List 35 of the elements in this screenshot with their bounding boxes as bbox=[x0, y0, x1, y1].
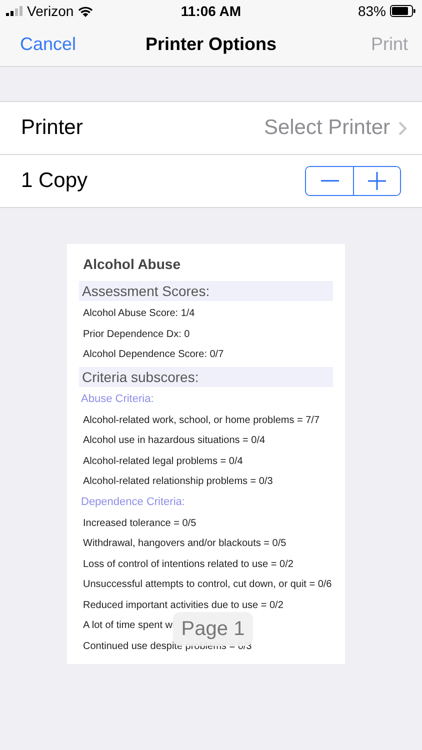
section-heading: Criteria subscores: bbox=[79, 366, 333, 386]
criteria-heading: Dependence Criteria: bbox=[80, 494, 186, 510]
score-line: Alcohol Abuse Score: 1/4 bbox=[82, 307, 196, 321]
score-line: Alcohol-related relationship problems = 0/3 bbox=[82, 475, 274, 489]
score-line: Loss of control of intentions related to use = 0/2 bbox=[82, 558, 294, 572]
printer-select-link[interactable]: Select Printer bbox=[264, 116, 390, 140]
clock-time: 11:06 AM bbox=[180, 3, 242, 19]
chevron-icon bbox=[398, 120, 407, 136]
increment-button[interactable] bbox=[353, 167, 400, 195]
wifi-icon bbox=[78, 6, 93, 16]
score-line: Continued use despite problems = 0/3 bbox=[82, 640, 253, 654]
score-line: A lot of time spent wi bbox=[82, 619, 176, 633]
score-line: Withdrawal, hangovers and/or blackouts = 0/5 bbox=[82, 537, 288, 551]
criteria-heading: Abuse Criteria: bbox=[80, 392, 155, 406]
carrier-name: Verizon bbox=[27, 3, 74, 19]
score-line: Alcohol-related work, school, or home problems = 7/7 bbox=[82, 414, 321, 428]
screen-title: Printer Options bbox=[144, 34, 278, 54]
copy-stepper[interactable] bbox=[305, 166, 401, 196]
document-title: Alcohol Abuse bbox=[82, 255, 182, 274]
signal-icon bbox=[6, 6, 23, 16]
score-line: Reduced important activities due to use = 0/2 bbox=[82, 598, 284, 612]
setting-label: 1 Copy bbox=[21, 169, 88, 193]
battery-percent: 83% bbox=[358, 3, 386, 19]
cancel-button[interactable]: Cancel bbox=[14, 30, 82, 58]
setting-label: Printer bbox=[21, 116, 83, 140]
score-line: Alcohol use in hazardous situations = 0/4 bbox=[82, 434, 266, 448]
score-line: Prior Dependence Dx: 0 bbox=[82, 328, 191, 342]
score-line: Increased tolerance = 0/5 bbox=[82, 516, 198, 530]
battery-icon bbox=[390, 5, 416, 17]
section-heading: Assessment Scores: bbox=[79, 281, 333, 301]
score-line: Unsuccessful attempts to control, cut down, or quit = 0/6 bbox=[82, 578, 333, 592]
minus-icon bbox=[320, 180, 338, 182]
score-line: Alcohol Dependence Score: 0/7 bbox=[82, 348, 225, 362]
score-line: Alcohol-related legal problems = 0/4 bbox=[82, 454, 244, 468]
plus-icon bbox=[368, 172, 386, 190]
